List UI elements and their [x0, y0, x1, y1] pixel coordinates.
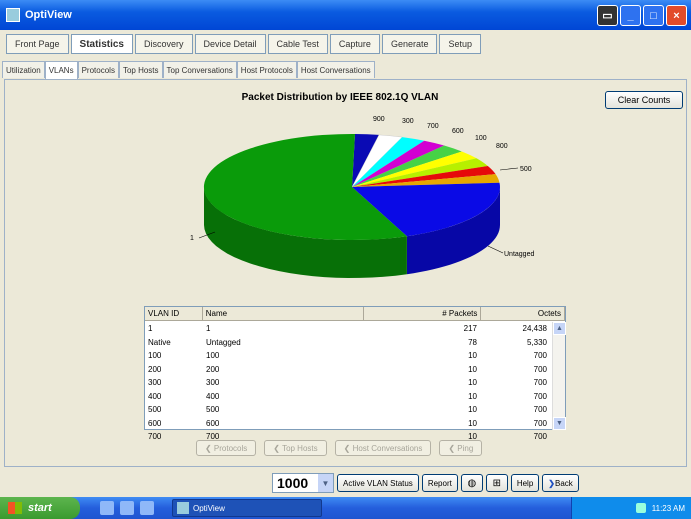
scroll-down-icon[interactable]: ▼ [553, 417, 566, 430]
table-cell: 24,438 [522, 324, 547, 334]
nav-ping-button[interactable]: ❮ Ping [439, 440, 483, 456]
table-cell: 400 [206, 391, 220, 401]
table-cell: 700 [148, 432, 162, 442]
back-arrow-icon: ❯ [548, 478, 555, 488]
nav-protocols-button[interactable]: ❮ Protocols [196, 440, 257, 456]
desktop-icon[interactable] [120, 501, 134, 515]
quick-launch [100, 501, 154, 515]
table-cell: 700 [533, 378, 547, 388]
table-row[interactable]: 200 200 10 700 [145, 363, 553, 377]
ie-icon[interactable] [100, 501, 114, 515]
help-button[interactable]: Help [510, 474, 540, 492]
table-cell: 100 [148, 351, 162, 361]
table-cell: 300 [206, 378, 220, 388]
table-cell: 10 [468, 378, 477, 388]
table-cell: 10 [468, 391, 477, 401]
table-cell: 1 [206, 324, 211, 334]
table-header: VLAN ID Name # Packets Octets [145, 307, 565, 321]
table-cell: 78 [468, 337, 477, 347]
pie-label-100: 100 [475, 135, 487, 142]
taskbar: start OptiView 11:23 AM [0, 497, 691, 519]
table-cell: 10 [468, 418, 477, 428]
table-cell: 300 [148, 378, 162, 388]
speed-select-value: 1000 [277, 475, 309, 491]
report-button[interactable]: Report [421, 474, 458, 492]
column-header[interactable]: Octets [481, 307, 565, 320]
back-button[interactable]: ❯ Back [542, 474, 579, 492]
table-cell: 700 [533, 418, 547, 428]
vlan-table: VLAN ID Name # Packets Octets 1 1 217 24,438 Na… [144, 306, 566, 441]
start-label: start [28, 502, 52, 514]
scroll-up-icon[interactable]: ▲ [553, 322, 566, 335]
table-cell: 700 [533, 405, 547, 415]
table-cell: 5,330 [526, 337, 547, 347]
pie-label-untagged: Untagged [504, 251, 534, 258]
table-row[interactable]: 600 600 10 700 [145, 417, 553, 431]
table-cell: 10 [468, 364, 477, 374]
table-cell: 1 [148, 324, 153, 334]
speed-select[interactable]: 1000 ▼ [272, 473, 334, 493]
nav-top-hosts-button[interactable]: ❮ Top Hosts [264, 440, 327, 456]
media-icon[interactable] [140, 501, 154, 515]
pie-label-300: 300 [402, 118, 414, 125]
table-cell: 200 [148, 364, 162, 374]
bottom-toolbar: 1000 ▼ Active VLAN Status Report ◍ ⊞ Hel… [272, 473, 579, 493]
network-icon[interactable]: ⊞ [485, 474, 508, 492]
table-row[interactable]: 1 1 217 24,438 [145, 322, 553, 336]
chevron-down-icon[interactable]: ▼ [318, 474, 333, 492]
windows-flag-icon [8, 502, 22, 514]
table-row[interactable]: 100 100 10 700 [145, 349, 553, 363]
table-cell: 500 [148, 405, 162, 415]
table-cell: Untagged [206, 337, 241, 347]
tray-icon [635, 503, 646, 513]
pie-label-900: 900 [373, 116, 385, 123]
pie-label-500: 500 [520, 166, 532, 173]
pie-leader-line [487, 245, 504, 254]
nav-host-conversations-button[interactable]: ❮ Host Conversations [334, 440, 432, 456]
table-cell: 10 [468, 405, 477, 415]
table-cell: Native [148, 337, 171, 347]
table-cell: 700 [533, 364, 547, 374]
table-cell: 500 [206, 405, 220, 415]
table-cell: 600 [148, 418, 162, 428]
pie-leader-line [499, 167, 519, 171]
table-row[interactable]: 400 400 10 700 [145, 390, 553, 404]
table-cell: 200 [206, 364, 220, 374]
start-button[interactable]: start [0, 497, 80, 519]
table-cell: 217 [463, 324, 477, 334]
table-cell: 100 [206, 351, 220, 361]
table-cell: 700 [533, 432, 547, 442]
app-icon [177, 502, 189, 514]
clock: 11:23 AM [651, 503, 685, 513]
column-header[interactable]: Name [203, 307, 364, 320]
pie-label-600: 600 [452, 128, 464, 135]
column-header[interactable]: # Packets [364, 307, 482, 320]
app-window: OptiView ▭ _ □ × Front Page Statistics Dis… [0, 0, 691, 519]
table-cell: 600 [206, 418, 220, 428]
table-scrollbar[interactable]: ▲ ▼ [552, 322, 566, 430]
table-cell: 700 [533, 351, 547, 361]
pie-label-800: 800 [496, 143, 508, 150]
table-row[interactable]: 300 300 10 700 [145, 376, 553, 390]
pie-label-700: 700 [427, 123, 439, 130]
table-row[interactable]: 500 500 10 700 [145, 403, 553, 417]
taskbar-item-optiview[interactable]: OptiView [172, 499, 322, 517]
table-cell: 700 [533, 391, 547, 401]
back-label: Back [554, 478, 573, 488]
active-vlan-status-button[interactable]: Active VLAN Status [337, 474, 419, 492]
globe-icon[interactable]: ◍ [460, 474, 483, 492]
system-tray: 11:23 AM [571, 497, 691, 519]
nav-button-row: ❮ Protocols ❮ Top Hosts ❮ Host Conversatio… [196, 440, 483, 456]
pie-label-1: 1 [190, 235, 194, 242]
table-cell: 400 [148, 391, 162, 401]
column-header[interactable]: VLAN ID [145, 307, 203, 320]
table-row[interactable]: Native Untagged 78 5,330 [145, 336, 553, 350]
table-body: 1 1 217 24,438 Native Untagged 78 5,330 100 100 10… [145, 322, 553, 444]
table-cell: 10 [468, 351, 477, 361]
taskbar-item-label: OptiView [193, 503, 225, 513]
